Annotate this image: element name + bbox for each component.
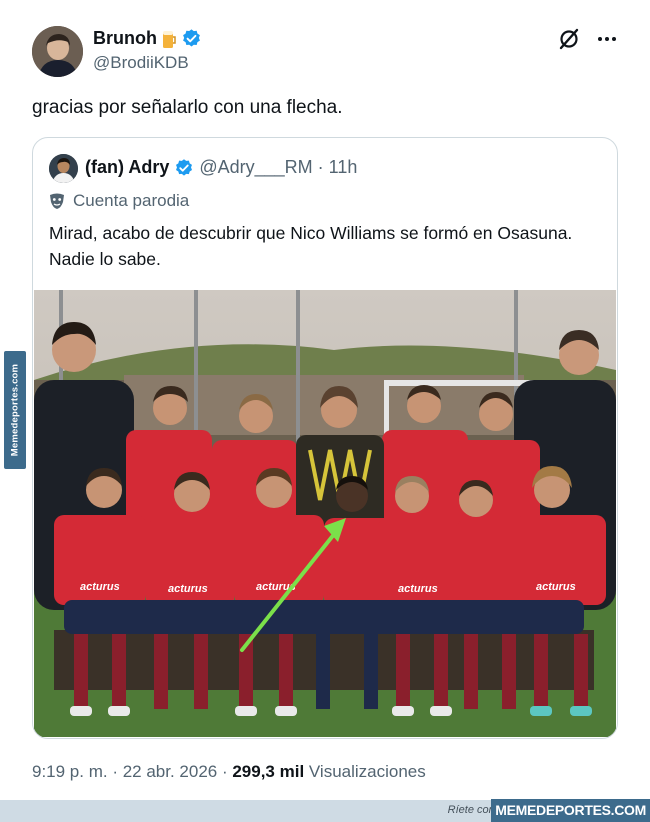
tweet-text: gracias por señalarlo con una flecha. [32, 97, 343, 118]
tweet-footer: 9:19 p. m. · 22 abr. 2026 · 299,3 mil Vi… [32, 762, 426, 782]
bottom-watermark-bar: Ríete con el deporte en MEMEDEPORTES.COM [0, 799, 650, 822]
side-watermark: Memedeportes.com [4, 351, 26, 469]
verified-badge-icon [183, 29, 200, 47]
tweet-actions [558, 28, 618, 50]
shirt-text: acturus [536, 581, 576, 593]
author-name[interactable]: Brunoh [93, 28, 157, 49]
quoted-tweet[interactable]: (fan) Adry @Adry___RM · 11h Cuenta parod… [32, 137, 618, 739]
author-handle[interactable]: @BrodiiKDB [93, 53, 189, 73]
quoted-author-name[interactable]: (fan) Adry [85, 157, 169, 178]
quoted-handle-time[interactable]: @Adry___RM · 11h [199, 157, 357, 178]
quoted-author-row: (fan) Adry @Adry___RM · 11h [85, 157, 357, 178]
tweet-timestamp[interactable]: 9:19 p. m. · 22 abr. 2026 · [32, 762, 232, 781]
grok-icon[interactable] [558, 28, 580, 50]
quoted-text: Mirad, acabo de descubrir que Nico Willi… [49, 223, 573, 269]
team-photo[interactable]: acturus acturus acturus acturus acturus [34, 290, 616, 737]
shirt-text: acturus [80, 581, 120, 593]
quoted-author-avatar[interactable] [49, 154, 78, 183]
views-label: Visualizaciones [304, 762, 426, 781]
author-avatar[interactable] [32, 26, 83, 77]
parody-mask-icon [50, 193, 64, 209]
verified-badge-icon [176, 158, 193, 176]
shirt-text: acturus [168, 583, 208, 595]
shirt-text: acturus [398, 583, 438, 595]
author-name-row: Brunoh [93, 28, 202, 49]
beer-emoji-icon [162, 30, 176, 48]
parody-label-text: Cuenta parodia [73, 191, 190, 210]
parody-label: Cuenta parodia [49, 191, 189, 211]
views-count: 299,3 mil [232, 762, 305, 781]
watermark-brand[interactable]: MEMEDEPORTES.COM [491, 799, 650, 822]
more-icon[interactable] [596, 28, 618, 50]
side-watermark-text: Memedeportes.com [9, 363, 21, 457]
